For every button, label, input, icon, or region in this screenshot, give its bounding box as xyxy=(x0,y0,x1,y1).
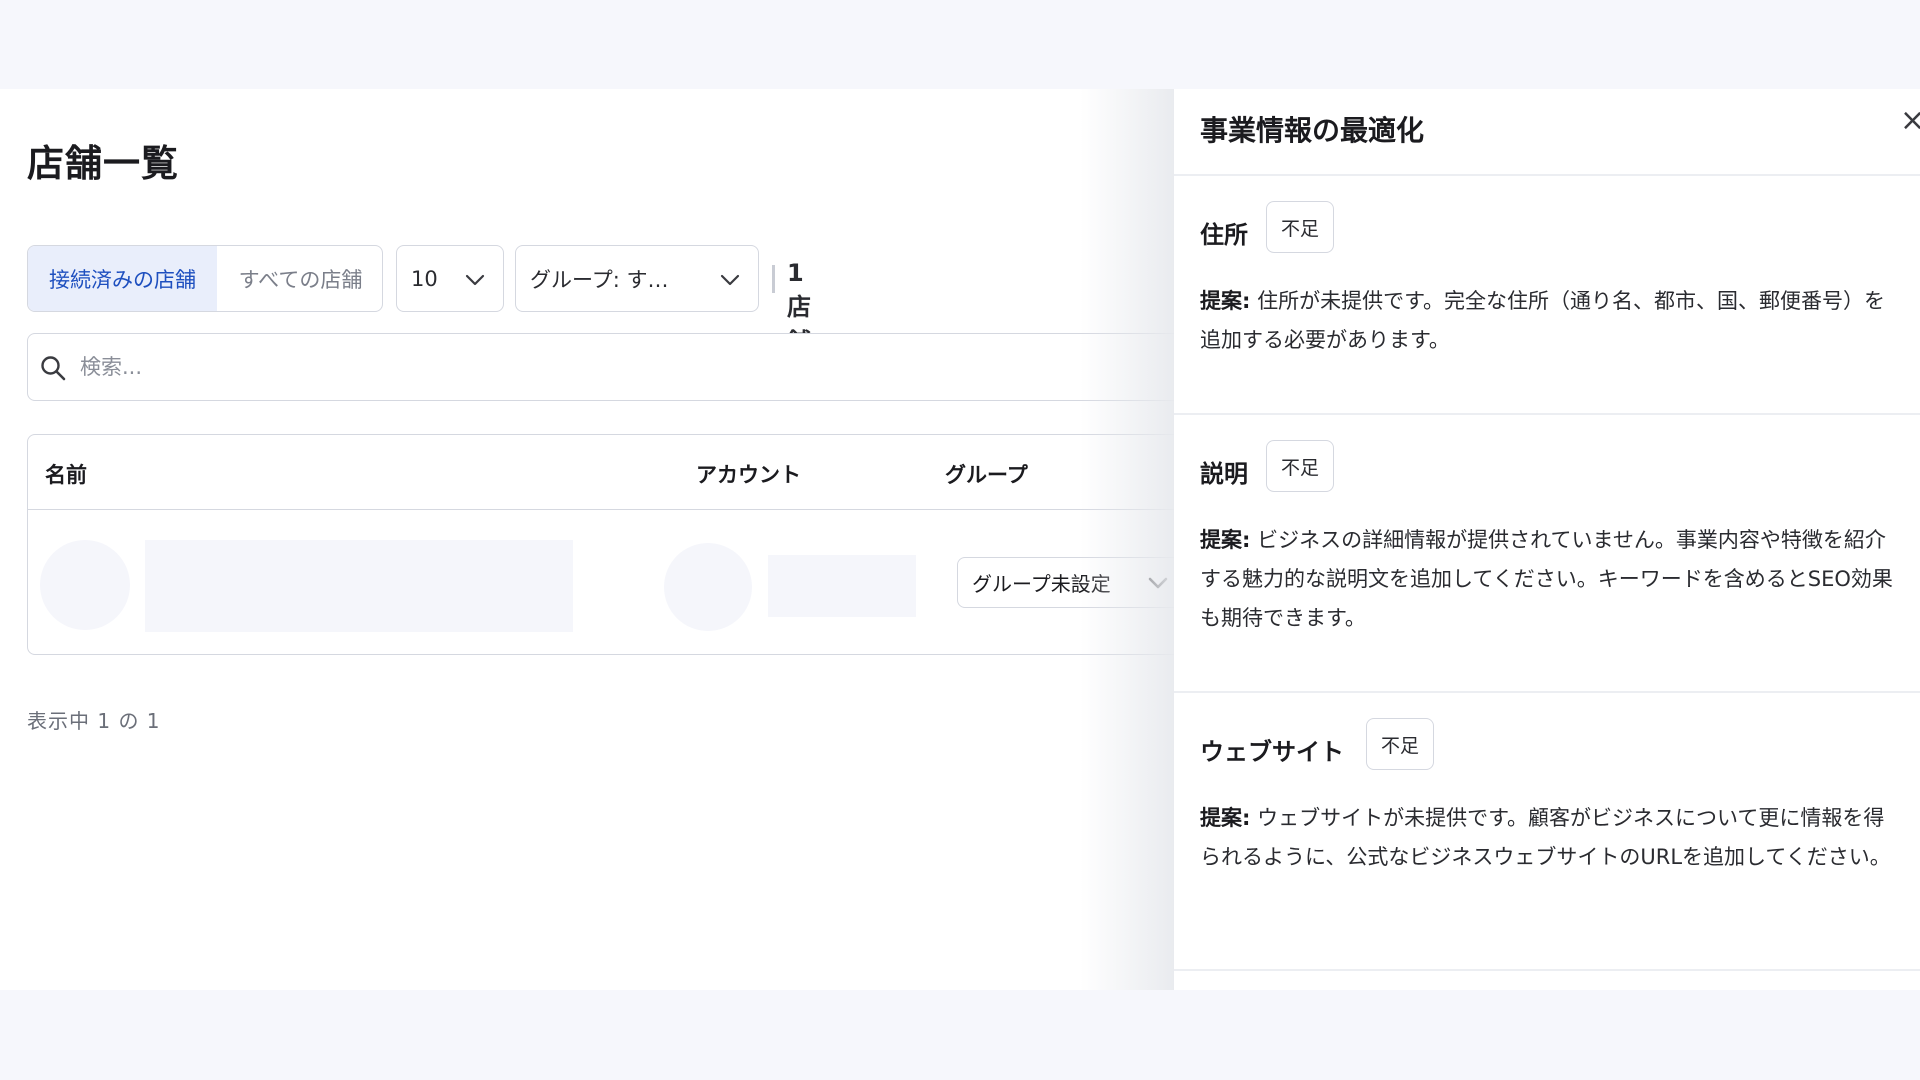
status-badge: 不足 xyxy=(1266,201,1335,253)
stores-table: 名前 アカウント グループ グループ未設定 xyxy=(27,434,1207,655)
store-filter-segmented-control: 接続済みの店舗 すべての店舗 xyxy=(27,245,383,312)
app-stage: 店舗一覧 接続済みの店舗 すべての店舗 10 グループ: す… 1 店舗 xyxy=(0,89,1920,990)
store-name-placeholder xyxy=(145,540,573,632)
count-divider xyxy=(772,265,775,293)
panel-title: 事業情報の最適化 xyxy=(1200,114,1425,147)
suggestion-body: ビジネスの詳細情報が提供されていません。事業内容や特徴を紹介する魅力的な説明文を… xyxy=(1200,528,1893,630)
column-header-name[interactable]: 名前 xyxy=(45,459,87,489)
table-header-row: 名前 アカウント グループ xyxy=(28,435,1206,510)
rows-per-page-value: 10 xyxy=(411,266,438,291)
chevron-down-icon xyxy=(465,274,485,286)
row-group-select[interactable]: グループ未設定 xyxy=(957,557,1206,608)
chevron-down-icon xyxy=(720,274,740,286)
suggestion-text: 提案: ビジネスの詳細情報が提供されていません。事業内容や特徴を紹介する魅力的な… xyxy=(1200,521,1900,638)
address-section: 住所 不足 提案: 住所が未提供です。完全な住所（通り名、都市、国、郵便番号）を… xyxy=(1174,176,1920,415)
all-stores-tab[interactable]: すべての店舗 xyxy=(217,246,382,311)
suggestion-body: ウェブサイトが未提供です。顧客がビジネスについて更に情報を得られるように、公式な… xyxy=(1200,806,1891,869)
search-input[interactable] xyxy=(80,334,1180,400)
section-title: ウェブサイト xyxy=(1200,738,1344,766)
suggestion-label: 提案: xyxy=(1200,528,1251,552)
panel-header: 事業情報の最適化 × xyxy=(1174,89,1920,176)
website-section: ウェブサイト 不足 提案: ウェブサイトが未提供です。顧客がビジネスについて更に… xyxy=(1174,693,1920,971)
status-badge: 不足 xyxy=(1266,440,1335,492)
optimization-panel: 事業情報の最適化 × 住所 不足 提案: 住所が未提供です。完全な住所（通り名、… xyxy=(1174,89,1920,990)
suggestion-label: 提案: xyxy=(1200,289,1251,313)
column-header-group[interactable]: グループ xyxy=(945,459,1028,489)
store-avatar-placeholder xyxy=(40,540,130,630)
section-title: 説明 xyxy=(1200,460,1248,488)
suggestion-label: 提案: xyxy=(1200,806,1251,830)
close-icon[interactable]: × xyxy=(1900,106,1920,136)
table-row[interactable]: グループ未設定 xyxy=(28,510,1206,654)
search-icon xyxy=(41,356,66,381)
page-title: 店舗一覧 xyxy=(27,142,179,185)
rows-per-page-select[interactable]: 10 xyxy=(396,245,504,312)
suggestion-text: 提案: ウェブサイトが未提供です。顧客がビジネスについて更に情報を得られるように… xyxy=(1200,799,1900,877)
account-avatar-placeholder xyxy=(664,543,752,631)
connected-stores-tab[interactable]: 接続済みの店舗 xyxy=(28,246,217,311)
row-group-value: グループ未設定 xyxy=(972,572,1111,596)
chevron-down-icon xyxy=(1148,577,1168,589)
suggestion-text: 提案: 住所が未提供です。完全な住所（通り名、都市、国、郵便番号）を追加する必要… xyxy=(1200,282,1900,360)
account-name-placeholder xyxy=(768,555,916,617)
pagination-summary: 表示中 1 の 1 xyxy=(27,709,161,733)
section-title: 住所 xyxy=(1200,221,1248,249)
status-badge: 不足 xyxy=(1366,718,1435,770)
description-section: 説明 不足 提案: ビジネスの詳細情報が提供されていません。事業内容や特徴を紹介… xyxy=(1174,415,1920,693)
column-header-account[interactable]: アカウント xyxy=(696,459,801,489)
group-filter-value: グループ: す… xyxy=(530,267,669,292)
suggestion-body: 住所が未提供です。完全な住所（通り名、都市、国、郵便番号）を追加する必要がありま… xyxy=(1200,289,1885,352)
search-box xyxy=(27,333,1207,401)
group-filter-select[interactable]: グループ: す… xyxy=(515,245,759,312)
